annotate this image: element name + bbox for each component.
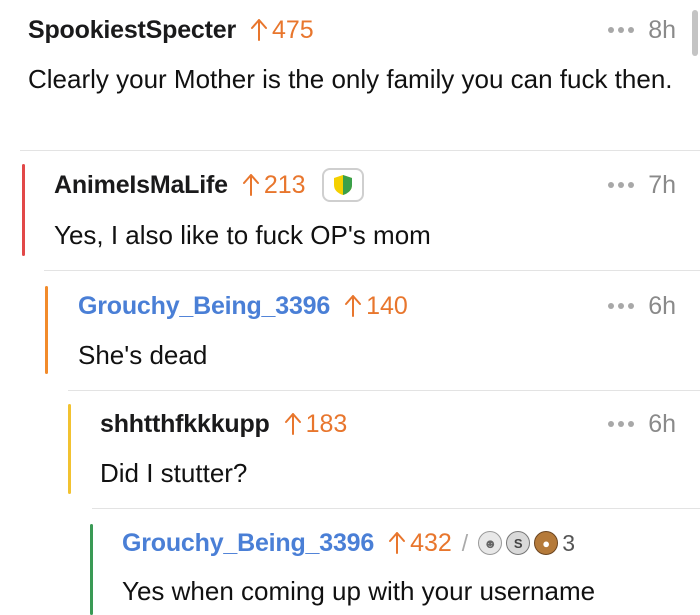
comment-body: Yes, I also like to fuck OP's mom	[54, 220, 431, 250]
divider	[92, 508, 700, 509]
username[interactable]: AnimeIsMaLife	[54, 171, 228, 200]
bear-award-icon: ●	[534, 531, 559, 555]
divider	[20, 150, 700, 151]
timestamp: 6h	[648, 409, 676, 438]
chat-bubble-award-icon: ☻	[478, 531, 503, 555]
more-dots-icon[interactable]	[608, 27, 635, 33]
upvote-score[interactable]: 432	[388, 529, 452, 558]
comment-body: Yes when coming up with your username	[122, 576, 596, 606]
divider	[68, 390, 700, 391]
comment-actions: 6h	[608, 408, 676, 440]
thread-line[interactable]	[45, 286, 48, 374]
upvote-arrow-icon	[250, 19, 267, 41]
comment-actions: 8h	[608, 14, 676, 46]
comment-header: AnimeIsMaLife 213	[54, 168, 364, 202]
separator-slash: /	[461, 529, 469, 556]
more-dots-icon[interactable]	[608, 182, 635, 188]
award-count: 3	[562, 529, 575, 556]
more-dots-icon[interactable]	[608, 303, 635, 309]
upvote-arrow-icon	[345, 295, 362, 317]
comment-body: Clearly your Mother is the only family y…	[28, 64, 673, 94]
comment-header: SpookiestSpecter 475	[28, 14, 314, 46]
upvote-arrow-icon	[284, 413, 301, 435]
comment-header: Grouchy_Being_3396 432 / ☻ S ● 3	[122, 527, 575, 559]
divider	[44, 270, 700, 271]
username[interactable]: SpookiestSpecter	[28, 16, 236, 45]
scrollbar[interactable]	[692, 10, 698, 56]
username[interactable]: Grouchy_Being_3396	[122, 529, 374, 558]
silver-award-icon: S	[506, 531, 531, 555]
thread-line[interactable]	[68, 404, 71, 494]
comment-header: Grouchy_Being_3396 140	[78, 290, 408, 322]
score-value: 183	[305, 409, 348, 438]
comment-body: Did I stutter?	[100, 458, 248, 488]
upvote-score[interactable]: 213	[242, 171, 306, 200]
comment-actions: 7h	[608, 169, 676, 201]
comment-header: shhtthfkkkupp 183	[100, 408, 347, 440]
score-value: 140	[366, 291, 408, 320]
thread-line[interactable]	[22, 164, 25, 256]
thread-line[interactable]	[90, 524, 93, 615]
upvote-score[interactable]: 140	[344, 292, 408, 321]
timestamp: 7h	[648, 170, 676, 199]
comment-actions: 6h	[608, 290, 676, 322]
username[interactable]: Grouchy_Being_3396	[78, 292, 330, 321]
upvote-score[interactable]: 183	[284, 409, 348, 439]
score-value: 213	[263, 170, 306, 199]
timestamp: 6h	[648, 291, 676, 320]
comment-body: She's dead	[78, 340, 208, 370]
awards[interactable]: / ☻ S ● 3	[462, 530, 575, 557]
shield-badge-icon	[321, 168, 364, 202]
score-value: 475	[271, 15, 314, 44]
upvote-arrow-icon	[389, 532, 406, 554]
timestamp: 8h	[648, 15, 676, 44]
username[interactable]: shhtthfkkkupp	[100, 410, 270, 439]
upvote-score[interactable]: 475	[250, 16, 314, 45]
score-value: 432	[410, 528, 452, 557]
more-dots-icon[interactable]	[608, 421, 635, 427]
upvote-arrow-icon	[242, 174, 259, 196]
